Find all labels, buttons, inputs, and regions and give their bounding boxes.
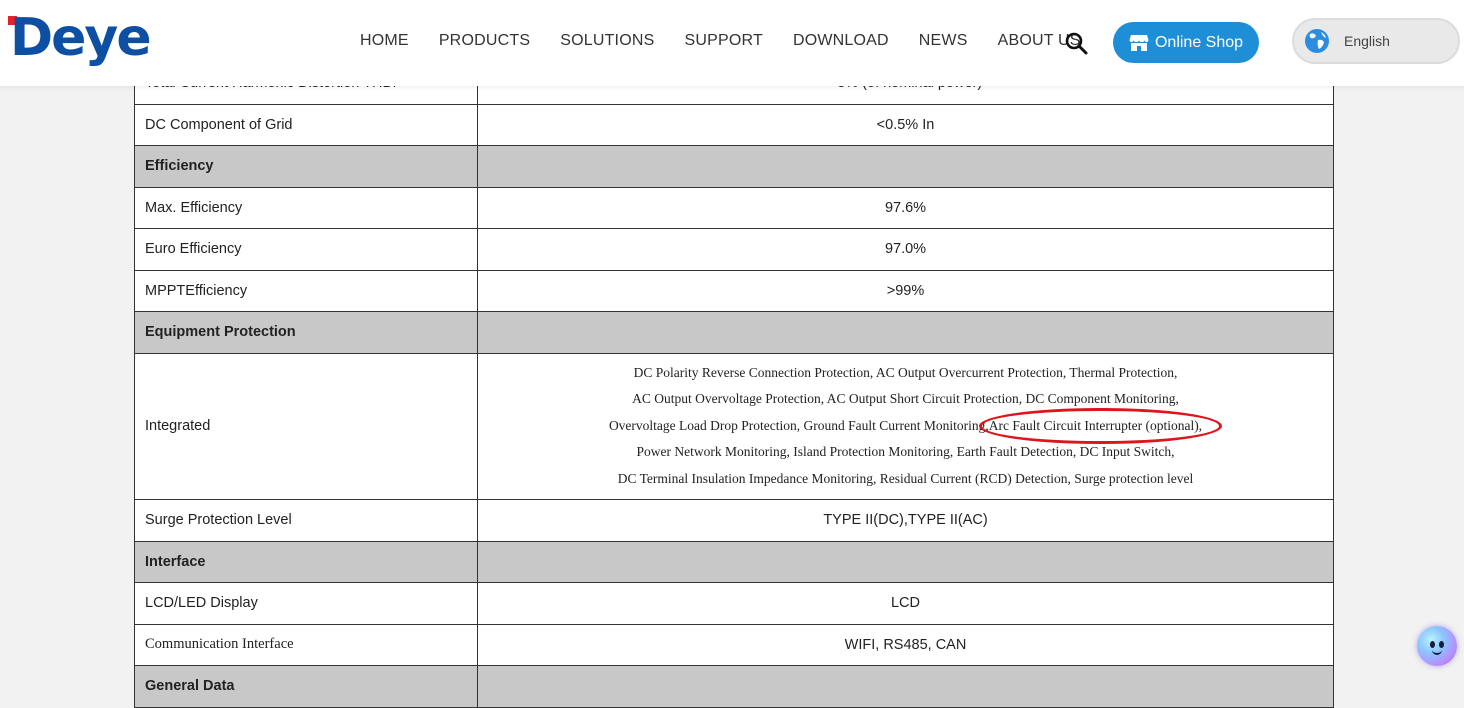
highlighted-text: Arc Fault Circuit Interrupter (optional)… [988, 417, 1203, 433]
main-nav: HOME PRODUCTS SOLUTIONS SUPPORT DOWNLOAD… [360, 28, 1111, 54]
protection-line: Overvoltage Load Drop Protection, Ground… [488, 407, 1323, 444]
section-header-efficiency: Efficiency [134, 145, 1334, 188]
logo-text: Deye [10, 8, 152, 68]
row-label: Integrated [134, 352, 478, 500]
table-row: Surge Protection Level TYPE II(DC),TYPE … [134, 499, 1334, 542]
protection-line: DC Polarity Reverse Connection Protectio… [633, 364, 1178, 380]
row-label: Euro Efficiency [134, 228, 478, 271]
row-value: >99% [477, 269, 1334, 312]
section-filler [477, 540, 1334, 583]
table-row: Euro Efficiency 97.0% [134, 228, 1334, 271]
table-row-integrated: Integrated DC Polarity Reverse Connectio… [134, 352, 1334, 500]
row-label: Max. Efficiency [134, 186, 478, 229]
assistant-eye [1439, 641, 1444, 648]
section-label: Efficiency [134, 145, 478, 188]
store-icon [1129, 34, 1149, 51]
section-filler [477, 665, 1334, 708]
table-row: Communication Interface WIFI, RS485, CAN [134, 623, 1334, 666]
language-selector[interactable]: English [1292, 18, 1460, 64]
section-label: Equipment Protection [134, 311, 478, 354]
row-value: WIFI, RS485, CAN [477, 623, 1334, 666]
nav-home[interactable]: HOME [360, 32, 409, 50]
section-header-equipment-protection: Equipment Protection [134, 311, 1334, 354]
row-label: LCD/LED Display [134, 582, 478, 625]
row-label: Communication Interface [134, 623, 478, 666]
row-label: DC Component of Grid [134, 103, 478, 146]
table-row: MPPTEfficiency >99% [134, 269, 1334, 312]
arc-fault-highlight: Arc Fault Circuit Interrupter (optional)… [978, 407, 1223, 444]
deye-logo[interactable]: Deye [4, 8, 152, 72]
nav-solutions[interactable]: SOLUTIONS [560, 32, 654, 50]
spec-table: Total Current Harmonic Distortion THDi <… [134, 62, 1334, 708]
row-value: 97.6% [477, 186, 1334, 229]
table-row: Max. Efficiency 97.6% [134, 186, 1334, 229]
row-label: MPPTEfficiency [134, 269, 478, 312]
nav-support[interactable]: SUPPORT [684, 32, 762, 50]
globe-icon [1305, 29, 1329, 53]
assistant-mouth [1432, 649, 1442, 655]
table-row: LCD/LED Display LCD [134, 582, 1334, 625]
online-shop-label: Online Shop [1154, 33, 1244, 51]
chat-assistant-icon[interactable] [1417, 626, 1457, 666]
online-shop-button[interactable]: Online Shop [1113, 22, 1259, 63]
site-header: Deye HOME PRODUCTS SOLUTIONS SUPPORT DOW… [0, 0, 1464, 86]
search-icon[interactable] [1064, 31, 1088, 55]
protection-line: Power Network Monitoring, Island Protect… [636, 444, 1175, 459]
integrated-protection-list: DC Polarity Reverse Connection Protectio… [477, 352, 1334, 500]
section-label: Interface [134, 540, 478, 583]
nav-news[interactable]: NEWS [919, 32, 968, 50]
nav-download[interactable]: DOWNLOAD [793, 32, 889, 50]
section-filler [477, 145, 1334, 188]
language-label: English [1344, 33, 1390, 49]
table-row: DC Component of Grid <0.5% In [134, 103, 1334, 146]
protection-line: DC Terminal Insulation Impedance Monitor… [617, 470, 1194, 486]
row-value: TYPE II(DC),TYPE II(AC) [477, 499, 1334, 542]
protection-line: AC Output Overvoltage Protection, AC Out… [632, 391, 1179, 406]
row-value: LCD [477, 582, 1334, 625]
assistant-eye [1430, 641, 1435, 648]
section-header-interface: Interface [134, 540, 1334, 583]
row-value: <0.5% In [477, 103, 1334, 146]
protection-line-text: Overvoltage Load Drop Protection, Ground… [608, 417, 989, 433]
row-label: Surge Protection Level [134, 499, 478, 542]
section-filler [477, 311, 1334, 354]
row-value: 97.0% [477, 228, 1334, 271]
nav-products[interactable]: PRODUCTS [439, 32, 530, 50]
section-label: General Data [134, 665, 478, 708]
section-header-general-data: General Data [134, 665, 1334, 708]
